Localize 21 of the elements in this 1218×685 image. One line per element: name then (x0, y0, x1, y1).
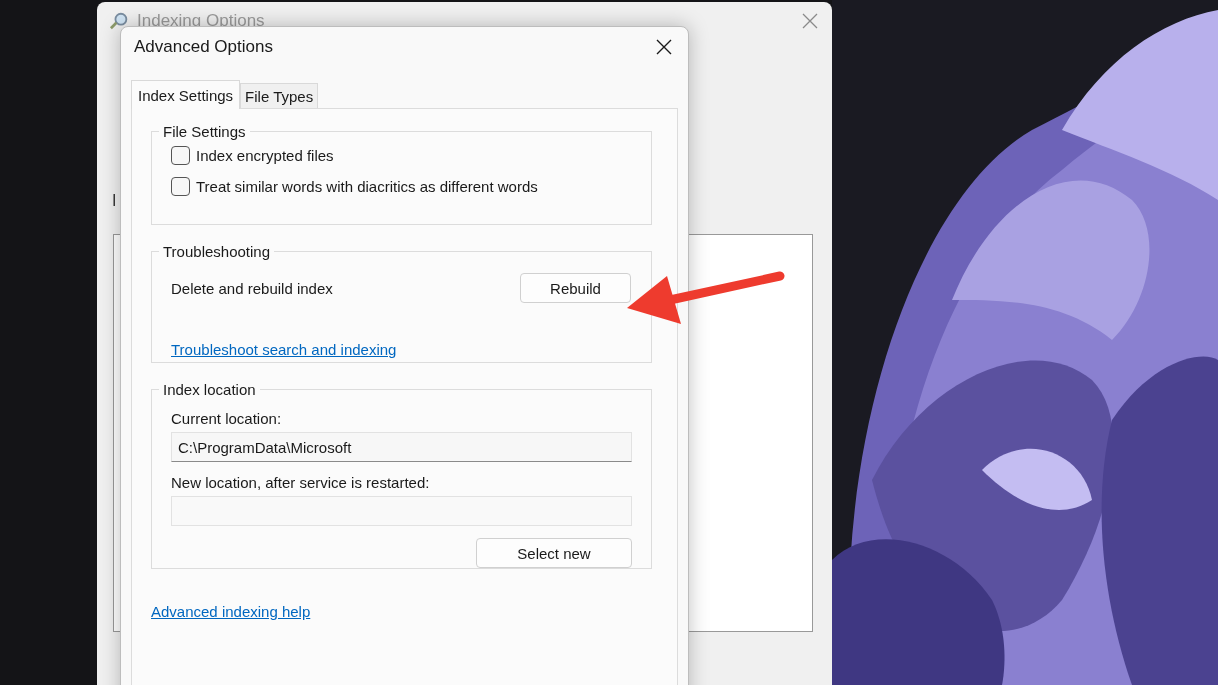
label-text: I (112, 192, 117, 210)
tab[interactable]: Index Settings (131, 80, 241, 109)
select-new-button[interactable]: Select new (476, 538, 632, 568)
group-title: Index location (162, 381, 257, 398)
tab[interactable]: File Types (240, 83, 319, 108)
group-title: Troubleshooting (162, 243, 271, 260)
new-location-field[interactable] (171, 496, 632, 526)
close-icon[interactable] (656, 39, 672, 55)
troubleshoot-link[interactable]: Troubleshoot search and indexing (171, 341, 397, 358)
field-label: New location, after service is restarted: (171, 474, 431, 491)
checkbox[interactable] (171, 177, 190, 196)
group-title: File Settings (162, 123, 247, 140)
checkbox[interactable] (171, 146, 190, 165)
dialog-title: Advanced Options (134, 37, 273, 57)
field-label: Current location: (171, 410, 283, 427)
description-text: Delete and rebuild index (171, 279, 333, 297)
option-label: Index encrypted files (196, 147, 334, 164)
option-label: Treat similar words with diacritics as different words (196, 178, 538, 195)
help-link[interactable]: Advanced indexing help (151, 603, 311, 620)
current-location-field[interactable]: C:\ProgramData\Microsoft (171, 432, 632, 462)
rebuild-button[interactable]: Rebuild (520, 273, 631, 303)
